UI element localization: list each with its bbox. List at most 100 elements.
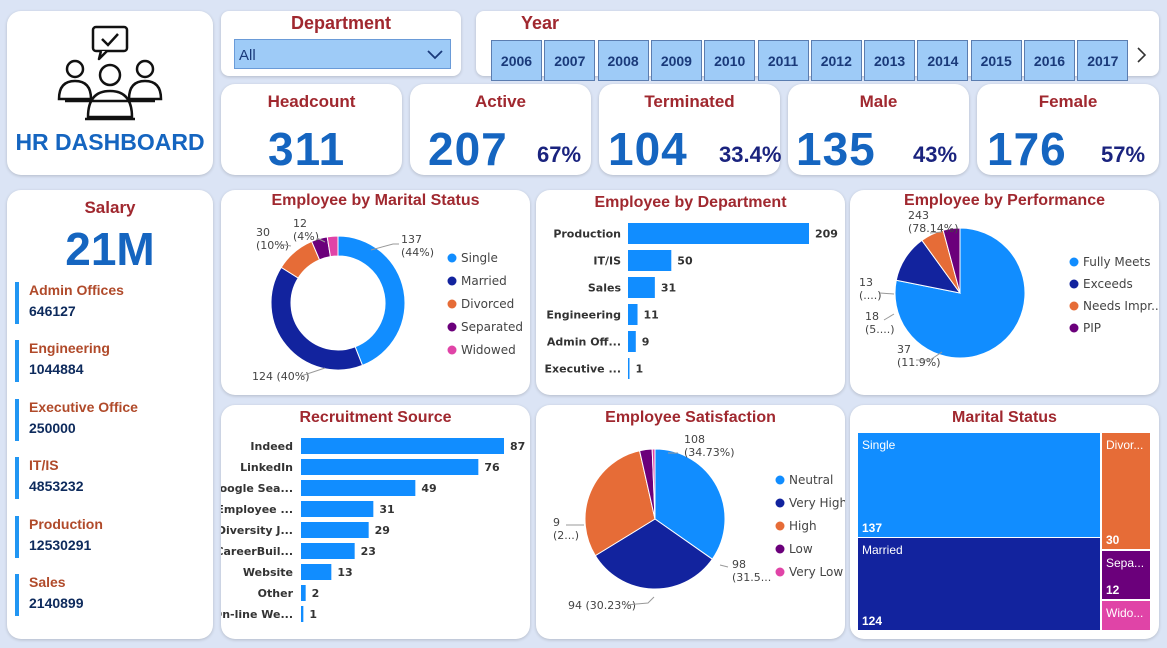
salary-item-label: IT/IS [29, 457, 59, 474]
year-button-2007[interactable]: 2007 [544, 40, 596, 81]
category-label: Indeed [250, 440, 293, 453]
data-label: 30 (10%) [256, 226, 289, 252]
data-label: 12 (4%) [293, 217, 319, 243]
salary-item-label: Executive Office [29, 398, 138, 415]
data-label: 76 [484, 461, 500, 474]
legend-marker [1069, 301, 1079, 311]
salary-item: Admin Offices 646127 [15, 282, 124, 324]
legend-label: Widowed [461, 343, 516, 357]
data-label: 13 [337, 566, 352, 579]
chevron-down-icon [427, 50, 443, 60]
bar-other[interactable] [301, 585, 306, 601]
treemap-cell-married[interactable]: Married 124 [858, 538, 1100, 630]
kpi-active-pct: 67% [537, 142, 582, 167]
kpi-terminated-card: Terminated 104 33.4% [599, 84, 781, 175]
legend-marker [447, 276, 457, 286]
bar-google-sea-[interactable] [301, 480, 416, 496]
year-button-2009[interactable]: 2009 [650, 40, 702, 81]
kpi-female-card: Female 176 57% [977, 84, 1159, 175]
salary-item: Executive Office 250000 [15, 398, 138, 441]
chevron-right-icon[interactable] [1136, 46, 1148, 64]
bar-executive-[interactable] [628, 358, 630, 379]
salary-item-value: 250000 [29, 419, 76, 436]
legend-marker [1069, 279, 1079, 289]
salary-item-label: Engineering [29, 340, 110, 357]
year-button-2006[interactable]: 2006 [491, 40, 542, 81]
treemap-cell-single[interactable]: Single 137 [858, 433, 1100, 537]
treemap-cell-value: 137 [862, 521, 883, 535]
kpi-headcount-value: 311 [268, 123, 346, 175]
legend-label: Separated [461, 320, 523, 334]
treemap-cell-label: Sepa... [1106, 556, 1145, 570]
year-filter-card: Year 2006 2007 2008 2009 2010 2011 2012 2013 201… [476, 11, 1159, 81]
bar-sales[interactable] [628, 277, 655, 298]
legend-label: PIP [1083, 321, 1101, 335]
treemap-cell-label: Married [862, 543, 903, 557]
bar-production[interactable] [628, 223, 809, 244]
salary-item: Sales 2140899 [15, 574, 84, 616]
data-label: 243 (78.14%) [908, 209, 959, 235]
bar-linkedin[interactable] [301, 459, 479, 475]
bar-diversity-j-[interactable] [301, 522, 369, 538]
marital-treemap-chart: Single 137 Married 124 Divor... 30 Sepa... 12 Wi… [858, 433, 1150, 630]
bar-employee-[interactable] [301, 501, 374, 517]
legend-label: Low [789, 542, 813, 556]
salary-title: Salary [84, 198, 136, 217]
salary-item-label: Admin Offices [29, 282, 124, 298]
bar-careerbuil-[interactable] [301, 543, 355, 559]
data-label: 9 [642, 336, 650, 349]
data-label: 13 (....) [859, 276, 882, 302]
data-label: 87 [510, 440, 525, 453]
pie-slice-single[interactable] [337, 235, 406, 367]
data-label: 98 (31.5... [732, 558, 771, 584]
team-icon [57, 25, 163, 121]
kpi-terminated-value: 104 [608, 123, 688, 175]
year-button-2013[interactable]: 2013 [864, 40, 916, 81]
category-label: Production [553, 228, 621, 241]
year-button-2014[interactable]: 2014 [917, 40, 969, 81]
year-button-2012[interactable]: 2012 [810, 40, 862, 81]
treemap-cell-wido-[interactable]: Wido... [1102, 601, 1150, 630]
marital-treemap-title: Marital Status [952, 409, 1057, 426]
salary-item-value: 646127 [29, 303, 76, 319]
leader-line [879, 292, 895, 295]
category-label: Other [258, 587, 294, 600]
legend-marker [775, 544, 785, 554]
salary-item: Engineering 1044884 [15, 340, 110, 383]
satisfaction-pie-chart: 108 (34.73%) 98 (31.5... 94 (30.23%) 9 (2...) N… [553, 433, 845, 612]
year-button-2016[interactable]: 2016 [1024, 40, 1075, 81]
salary-item: Production 12530291 [15, 515, 103, 558]
kpi-female-pct: 57% [1101, 142, 1146, 167]
legend-marker [447, 253, 457, 263]
department-dropdown[interactable]: All [234, 39, 451, 69]
year-button-2010[interactable]: 2010 [704, 40, 756, 81]
legend-marker [447, 322, 457, 332]
bar-indeed[interactable] [301, 438, 504, 454]
bar-engineering[interactable] [628, 304, 638, 325]
year-button-2017[interactable]: 2017 [1077, 40, 1129, 81]
treemap-cell-sepa-[interactable]: Sepa... 12 [1102, 551, 1150, 599]
logo-card: HR DASHBOARD [7, 11, 213, 175]
department-bar-card: Employee by Department Production 209 IT/I… [536, 190, 845, 395]
legend-marker [775, 521, 785, 531]
treemap-cell-divor-[interactable]: Divor... 30 [1102, 433, 1150, 549]
year-button-2015[interactable]: 2015 [970, 40, 1022, 81]
department-dropdown-value: All [239, 47, 256, 64]
pie-slice-married[interactable] [270, 266, 364, 371]
category-label: Google Sea... [221, 482, 293, 495]
data-label: 2 [312, 587, 320, 600]
bar-website[interactable] [301, 564, 332, 580]
legend-label: Single [461, 251, 498, 265]
data-label: 209 [815, 228, 838, 241]
bar-admin-off-[interactable] [628, 331, 636, 352]
year-button-2008[interactable]: 2008 [597, 40, 649, 81]
bar-on-line-we-[interactable] [301, 606, 304, 622]
salary-item-value: 1044884 [29, 361, 84, 378]
marital-treemap-card: Marital Status Single 137 Married 124 Divor.… [850, 405, 1159, 639]
year-button-2011[interactable]: 2011 [757, 40, 809, 81]
bar-it-is[interactable] [628, 250, 672, 271]
marital-donut-chart: 137 (44%) 124 (40%) 30 (10%)12 (4%) Single Marr… [252, 217, 523, 383]
kpi-headcount-title: Headcount [267, 92, 356, 111]
legend-marker [447, 299, 457, 309]
treemap-cell-label: Single [862, 438, 896, 452]
